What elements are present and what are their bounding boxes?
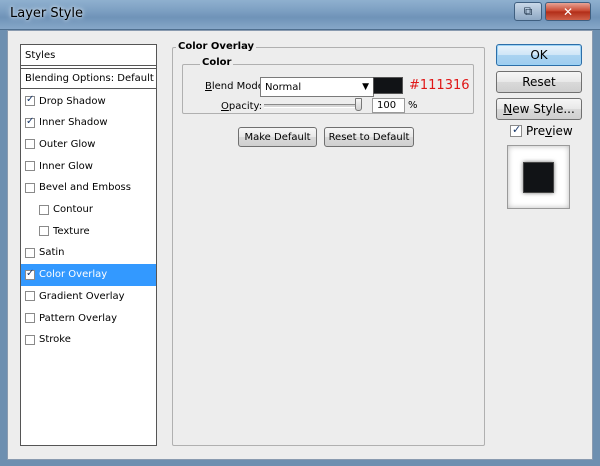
style-item-label: Drop Shadow (39, 95, 106, 107)
style-item[interactable]: Inner Glow (21, 155, 156, 177)
opacity-label: Opacity: (221, 101, 262, 112)
opacity-input[interactable]: 100 (372, 98, 405, 113)
new-style-mnemonic: N (503, 102, 513, 116)
style-item-label: Inner Shadow (39, 117, 108, 129)
style-item[interactable]: Bevel and Emboss (21, 177, 156, 199)
style-item-checkbox[interactable] (25, 291, 35, 302)
style-item[interactable]: Drop Shadow (21, 90, 156, 112)
chevron-down-icon[interactable]: ▼ (362, 82, 369, 92)
opacity-slider-track[interactable] (264, 104, 362, 108)
style-item-label: Stroke (39, 334, 71, 346)
style-item-label: Pattern Overlay (39, 312, 118, 324)
style-item-label: Contour (53, 204, 93, 215)
style-item-checkbox[interactable] (25, 139, 35, 150)
blend-mode-value: Normal (265, 81, 302, 93)
style-item[interactable]: Stroke (21, 329, 156, 351)
style-item-checkbox[interactable] (25, 116, 35, 128)
style-item[interactable]: Contour (21, 199, 156, 221)
style-item-checkbox[interactable] (25, 334, 35, 345)
preview-checkbox[interactable] (510, 123, 522, 137)
dialog-body: Styles Blending Options: Default Drop Sh… (7, 30, 593, 460)
blend-mode-label-mnemonic: B (205, 81, 212, 92)
preview-label-pre: Pre (526, 124, 546, 138)
style-item-checkbox[interactable] (25, 313, 35, 323)
blend-mode-label-text: lend Mode: (211, 81, 268, 92)
opacity-label-mnemonic: O (221, 101, 229, 112)
color-overlay-group-title: Color Overlay (176, 41, 257, 52)
color-sub-group-title: Color (200, 57, 234, 68)
style-item-checkbox[interactable] (25, 94, 35, 106)
style-item[interactable]: Texture (21, 220, 156, 242)
style-item-label: Satin (39, 247, 65, 259)
title-bar[interactable]: Layer Style ⧉ ✕ (0, 0, 600, 30)
style-item-label: Color Overlay (39, 269, 108, 281)
opacity-slider-thumb[interactable] (355, 98, 362, 111)
percent-sign: % (408, 100, 418, 111)
reset-button[interactable]: Reset (496, 71, 582, 93)
style-item-checkbox[interactable] (39, 226, 49, 237)
style-item-label: Gradient Overlay (39, 290, 125, 302)
style-item-checkbox[interactable] (39, 204, 49, 215)
restore-window-icon[interactable]: ⧉ (514, 2, 542, 21)
preview-label-post: iew (552, 124, 573, 138)
preview-label: Preview (526, 124, 573, 138)
preview-checkbox-row[interactable]: Preview (510, 123, 573, 138)
reset-to-default-button[interactable]: Reset to Default (324, 127, 414, 147)
make-default-button[interactable]: Make Default (238, 127, 317, 147)
style-preview (507, 145, 570, 209)
styles-list: Styles Blending Options: Default Drop Sh… (20, 44, 157, 446)
window-title: Layer Style (10, 6, 84, 21)
new-style-button[interactable]: New Style... (496, 98, 582, 120)
style-item-label: Outer Glow (39, 138, 96, 150)
hex-color-annotation: #111316 (409, 78, 470, 93)
style-item[interactable]: Gradient Overlay (21, 285, 156, 307)
close-window-button[interactable]: ✕ (545, 2, 591, 21)
style-item-label: Texture (53, 225, 90, 237)
style-item[interactable]: Inner Shadow (21, 112, 156, 134)
style-item-checkbox[interactable] (25, 182, 35, 193)
style-item-checkbox[interactable] (25, 268, 35, 280)
blend-mode-select[interactable]: Normal ▼ (260, 77, 374, 97)
blend-mode-label: Blend Mode: (205, 81, 267, 92)
opacity-label-text: pacity: (228, 101, 263, 112)
style-item-checkbox[interactable] (25, 161, 35, 172)
style-item[interactable]: Color Overlay (21, 263, 156, 286)
style-item[interactable]: Satin (21, 242, 156, 264)
style-item-label: Bevel and Emboss (39, 182, 131, 194)
overlay-color-swatch[interactable] (373, 77, 403, 94)
blending-options-item[interactable]: Blending Options: Default (21, 68, 156, 89)
styles-header[interactable]: Styles (21, 45, 156, 66)
style-preview-thumbnail (523, 162, 554, 193)
style-item[interactable]: Pattern Overlay (21, 307, 156, 329)
style-item-checkbox[interactable] (25, 247, 35, 258)
style-item[interactable]: Outer Glow (21, 133, 156, 155)
new-style-text: ew Style... (512, 102, 575, 116)
style-item-label: Inner Glow (39, 160, 93, 172)
ok-button[interactable]: OK (496, 44, 582, 66)
